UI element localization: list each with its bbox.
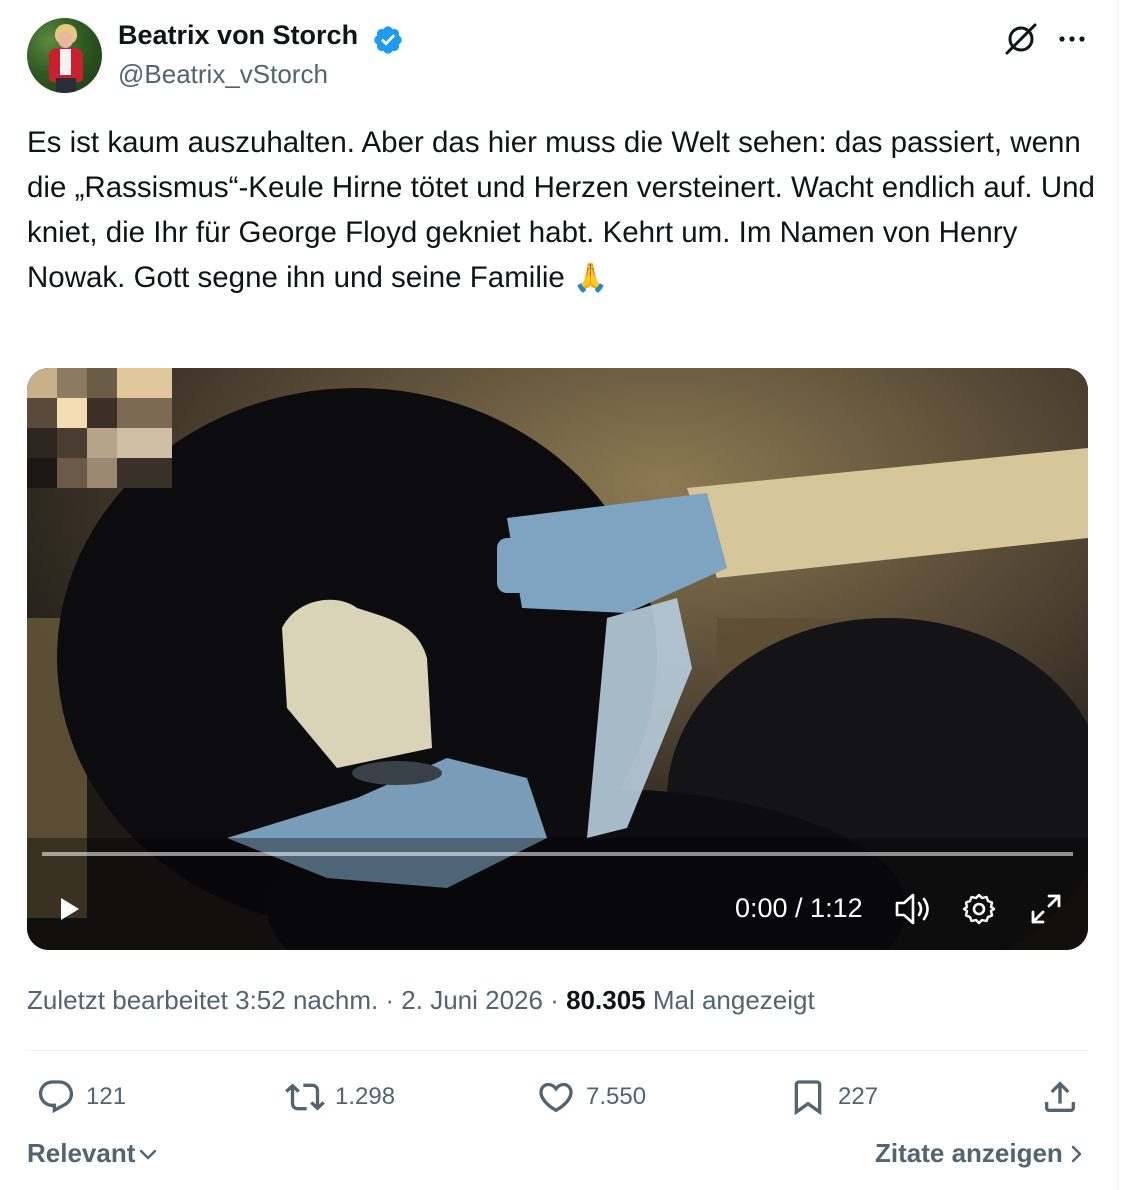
play-icon[interactable] bbox=[57, 895, 83, 923]
chevron-right-icon bbox=[1071, 1145, 1082, 1162]
settings-gear-icon[interactable] bbox=[961, 891, 997, 927]
views-label: Mal angezeigt bbox=[645, 985, 815, 1015]
bookmark-button[interactable]: 227 bbox=[788, 1075, 878, 1119]
quotes-label: Zitate anzeigen bbox=[875, 1138, 1063, 1168]
like-count: 7.550 bbox=[586, 1083, 647, 1110]
fullscreen-icon[interactable] bbox=[1029, 892, 1063, 926]
verified-badge-icon bbox=[374, 26, 402, 54]
repost-count: 1.298 bbox=[335, 1083, 396, 1110]
share-icon bbox=[1045, 1081, 1075, 1112]
like-button[interactable]: 7.550 bbox=[536, 1075, 646, 1119]
bookmark-count: 227 bbox=[838, 1083, 879, 1110]
reply-icon bbox=[38, 1080, 74, 1114]
like-icon bbox=[539, 1082, 573, 1113]
author-name[interactable]: Beatrix von Storch bbox=[118, 20, 358, 51]
reply-count: 121 bbox=[86, 1083, 127, 1110]
author-handle[interactable]: @Beatrix_vStorch bbox=[118, 59, 328, 90]
more-options-icon[interactable] bbox=[1055, 22, 1089, 56]
grok-icon[interactable] bbox=[1002, 20, 1040, 58]
edited-timestamp[interactable]: Zuletzt bearbeitet 3:52 nachm. · 2. Juni… bbox=[27, 985, 566, 1015]
video-player[interactable]: 0:00 / 1:12 bbox=[27, 368, 1088, 950]
tweet-meta: Zuletzt bearbeitet 3:52 nachm. · 2. Juni… bbox=[27, 985, 815, 1016]
bookmark-icon bbox=[794, 1080, 822, 1116]
praying-hands-emoji: 🙏 bbox=[573, 262, 608, 293]
chevron-down-icon bbox=[140, 1149, 157, 1159]
repost-button[interactable]: 1.298 bbox=[285, 1075, 395, 1119]
column-border bbox=[1117, 0, 1118, 1190]
repost-icon bbox=[285, 1083, 325, 1111]
share-button[interactable] bbox=[1040, 1075, 1080, 1119]
divider bbox=[27, 1050, 1088, 1051]
video-time: 0:00 / 1:12 bbox=[735, 893, 863, 923]
avatar[interactable] bbox=[27, 18, 102, 93]
video-progress-bar[interactable] bbox=[42, 852, 1073, 856]
tweet-body: Es ist kaum auszuhalten. Aber das hier m… bbox=[27, 126, 1095, 294]
reply-button[interactable]: 121 bbox=[36, 1075, 126, 1119]
tweet-text: Es ist kaum auszuhalten. Aber das hier m… bbox=[27, 120, 1102, 300]
sort-label: Relevant bbox=[27, 1138, 136, 1168]
volume-icon[interactable] bbox=[893, 891, 933, 927]
video-frame bbox=[27, 368, 1088, 950]
view-count: 80.305 bbox=[566, 985, 646, 1015]
sort-replies-dropdown[interactable]: Relevant bbox=[27, 1138, 159, 1169]
view-quotes-link[interactable]: Zitate anzeigen bbox=[875, 1138, 1087, 1169]
